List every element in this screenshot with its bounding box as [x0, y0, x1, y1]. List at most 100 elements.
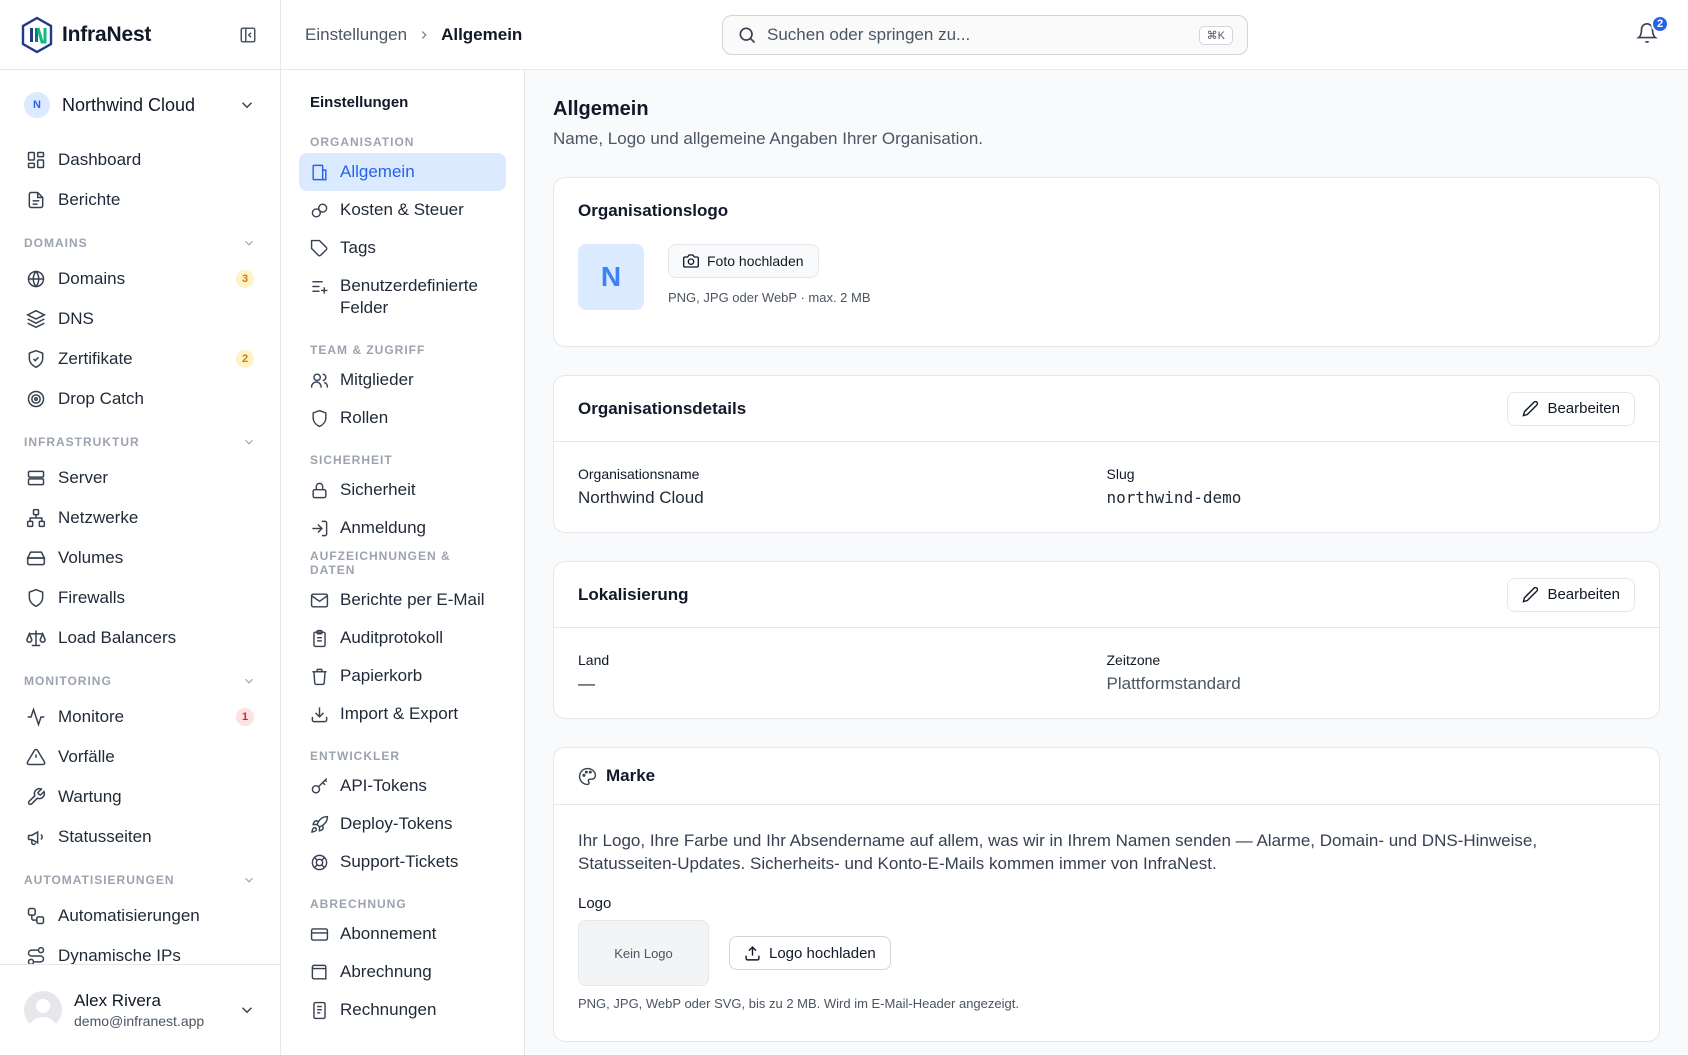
nav-section-infrastruktur[interactable]: Infrastruktur [0, 419, 280, 458]
tag-icon [310, 239, 328, 257]
alert-triangle-icon [26, 748, 46, 766]
nav-item-monitore[interactable]: Monitore 1 [0, 697, 280, 737]
nav-item-zertifikate[interactable]: Zertifikate 2 [0, 339, 280, 379]
report-icon [28, 191, 44, 209]
settings-item-anmeldung[interactable]: Anmeldung [299, 509, 506, 547]
settings-item-abonnement[interactable]: Abonnement [299, 915, 506, 953]
nav-item-dashboard[interactable]: Dashboard [0, 140, 280, 180]
shield-icon [312, 409, 327, 428]
brand-logo-label: Logo [578, 895, 612, 912]
search-icon [739, 27, 756, 44]
settings-item-support-tickets[interactable]: Support-Tickets [299, 843, 506, 881]
user-menu[interactable]: Alex Rivera demo@infranest.app [0, 964, 280, 1055]
logo-row: N Foto hochladen PNG, JPG oder WebP · ma… [554, 244, 1659, 346]
field-label: Slug [1106, 466, 1135, 482]
brand-logo-row: Kein Logo Logo hochladen [554, 920, 1659, 986]
field-value: — [578, 674, 595, 693]
chevron-down-icon [245, 439, 253, 445]
nav-item-firewalls[interactable]: Firewalls [0, 578, 280, 618]
users-icon [310, 373, 329, 388]
wrench-icon [27, 787, 46, 806]
settings-item-label: Abonnement [340, 924, 437, 943]
upload-logo-label: Logo hochladen [769, 944, 876, 962]
chevron-down-icon [245, 877, 253, 883]
notifications-button[interactable]: 2 [1636, 15, 1669, 46]
trash-icon [312, 668, 327, 686]
settings-item-custom-fields[interactable]: Benutzerdefinierte Felder [299, 267, 506, 327]
scale-icon [26, 630, 46, 647]
nav-item-statusseiten[interactable]: Statusseiten [0, 817, 280, 857]
settings-item-label: Abrechnung [340, 962, 432, 981]
settings-item-rollen[interactable]: Rollen [299, 399, 506, 437]
receipt-icon [313, 1001, 326, 1020]
nav-item-label: Firewalls [58, 588, 126, 607]
upload-photo-button[interactable]: Foto hochladen [668, 244, 819, 278]
coins-icon [311, 203, 328, 218]
credit-card-icon [310, 928, 329, 941]
nav-item-domains[interactable]: Domains 3 [0, 259, 280, 299]
settings-item-allgemein[interactable]: Allgemein [299, 153, 506, 191]
search-input[interactable]: Suchen oder springen zu... ⌘K [722, 15, 1248, 55]
sidebar-collapse-icon[interactable] [236, 23, 260, 47]
nav-item-label: Dynamische IPs [58, 946, 181, 965]
nav-item-volumes[interactable]: Volumes [0, 538, 280, 578]
chevron-down-icon [245, 240, 253, 246]
org-switcher[interactable]: N Northwind Cloud [0, 70, 280, 140]
card-title: Lokalisierung [578, 584, 689, 604]
field-label: Zeitzone [1106, 652, 1161, 668]
nav-item-dns[interactable]: DNS [0, 299, 280, 339]
nav-item-vorfaelle[interactable]: Vorfälle [0, 737, 280, 777]
nav-item-drop-catch[interactable]: Drop Catch [0, 379, 280, 419]
user-email: demo@infranest.app [74, 1013, 205, 1029]
settings-nav-title: Einstellungen [310, 94, 409, 111]
field-country: Land — [578, 652, 1107, 694]
settings-item-sicherheit[interactable]: Sicherheit [299, 471, 506, 509]
activity-icon [27, 707, 45, 727]
settings-item-berichte-email[interactable]: Berichte per E-Mail [299, 581, 506, 619]
edit-localization-button[interactable]: Bearbeiten [1507, 577, 1635, 612]
nav-item-netzwerke[interactable]: Netzwerke [0, 498, 280, 538]
page-subtitle: Name, Logo und allgemeine Angaben Ihrer … [553, 129, 984, 148]
nav-item-label: Dashboard [58, 150, 142, 169]
workflow-icon [27, 907, 45, 925]
settings-item-tags[interactable]: Tags [299, 229, 506, 267]
nav-item-label: Volumes [58, 548, 124, 567]
nav-section-domains[interactable]: Domains [0, 220, 280, 259]
settings-item-deploy-tokens[interactable]: Deploy-Tokens [299, 805, 506, 843]
card-header: Organisationsdetails Bearbeiten [554, 376, 1659, 442]
nav-section-monitoring[interactable]: Monitoring [0, 658, 280, 697]
settings-item-mitglieder[interactable]: Mitglieder [299, 361, 506, 399]
settings-item-abrechnung[interactable]: Abrechnung [299, 953, 506, 991]
edit-details-button[interactable]: Bearbeiten [1507, 391, 1635, 426]
settings-item-papierkorb[interactable]: Papierkorb [299, 657, 506, 695]
list-plus-icon [312, 281, 328, 294]
settings-item-rechnungen[interactable]: Rechnungen [299, 991, 506, 1029]
shield-icon [28, 588, 44, 608]
org-logo-preview: N [578, 244, 644, 310]
settings-item-auditprotokoll[interactable]: Auditprotokoll [299, 619, 506, 657]
chevron-right-icon [421, 30, 427, 39]
settings-item-api-tokens[interactable]: API-Tokens [299, 767, 506, 805]
settings-item-label: Mitglieder [340, 370, 414, 389]
nav-item-label: Wartung [58, 787, 122, 806]
nav-item-automatisierungen[interactable]: Automatisierungen [0, 896, 280, 936]
nav-item-berichte[interactable]: Berichte [0, 180, 280, 220]
brand-card: Marke Ihr Logo, Ihre Farbe und Ihr Absen… [553, 747, 1660, 1042]
nav-section-automatisierungen[interactable]: Automatisierungen [0, 857, 280, 896]
org-avatar: N [24, 92, 50, 118]
breadcrumb-current: Allgemein [441, 24, 523, 44]
card-header: Lokalisierung Bearbeiten [554, 562, 1659, 628]
lock-icon [312, 482, 327, 499]
details-fields: Organisationsname Northwind Cloud Slug n… [554, 442, 1659, 532]
nav-item-label: Drop Catch [58, 389, 144, 408]
breadcrumb-parent-link[interactable]: Einstellungen [305, 25, 407, 45]
nav-item-wartung[interactable]: Wartung [0, 777, 280, 817]
card-title: Organisationslogo [578, 201, 729, 220]
nav-item-load-balancers[interactable]: Load Balancers [0, 618, 280, 658]
topbar: Einstellungen Allgemein Suchen oder spri… [281, 0, 1688, 70]
settings-item-kosten-steuer[interactable]: Kosten & Steuer [299, 191, 506, 229]
upload-logo-button[interactable]: Logo hochladen [729, 936, 891, 970]
settings-item-import-export[interactable]: Import & Export [299, 695, 506, 733]
nav-item-server[interactable]: Server [0, 458, 280, 498]
chevron-down-icon [241, 1007, 253, 1014]
